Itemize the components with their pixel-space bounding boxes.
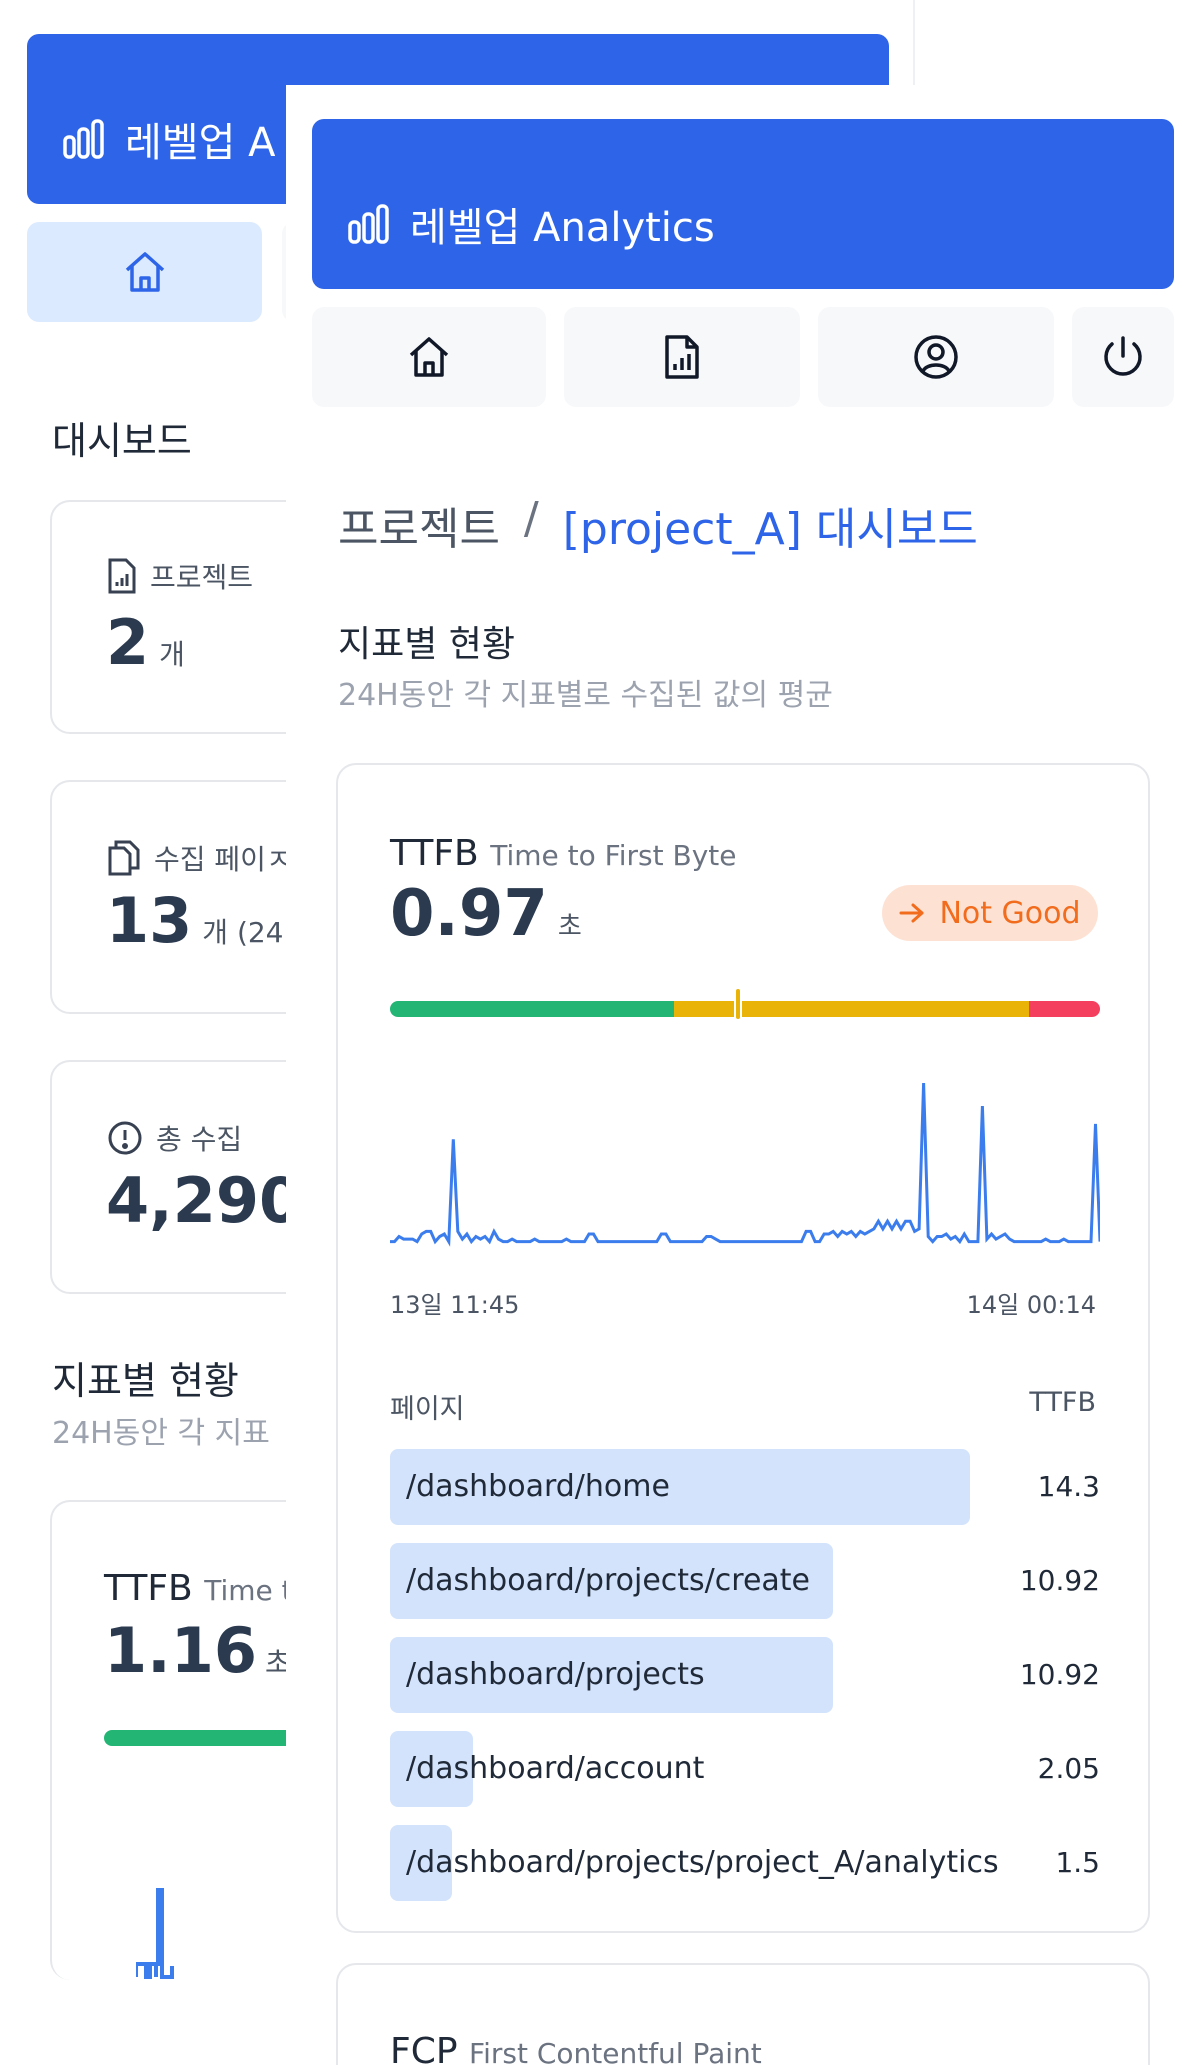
metric-chart (136, 1888, 174, 1979)
report-icon (664, 334, 700, 380)
metric-value: 0.97 초 (390, 877, 582, 951)
nav-home-button[interactable] (312, 307, 546, 407)
page-value: 1.5 (1055, 1846, 1100, 1879)
stat-card-total: 총 수집 4,290ㅊ (50, 1060, 338, 1294)
metric-name: TTFB Time t (104, 1568, 293, 1609)
nav-account-button[interactable] (818, 307, 1054, 407)
x-axis-end-label: 14일 00:14 (966, 1291, 1096, 1319)
page-path: /dashboard/projects (406, 1657, 705, 1692)
brand[interactable]: 레벨업 Analytics (348, 195, 715, 253)
page-value: 10.92 (1019, 1564, 1100, 1597)
page-path: /dashboard/home (406, 1469, 670, 1504)
column-header-page: 페이지 (390, 1394, 465, 1425)
page-title: 대시보드 (52, 419, 192, 463)
report-icon (108, 558, 136, 594)
nav-report-button[interactable] (564, 307, 800, 407)
page-path: /dashboard/projects/project_A/analytics (406, 1845, 999, 1880)
breadcrumb: 프로젝트 / [project_A] 대시보드 (338, 493, 978, 557)
nav-logout-button[interactable] (1072, 307, 1174, 407)
page-value: 10.92 (1019, 1658, 1100, 1691)
section-title: 지표별 현황 (52, 1359, 239, 1403)
metric-card-fcp: FCP First Contentful Paint (336, 1963, 1150, 2065)
home-icon (406, 335, 452, 379)
table-row[interactable]: /dashboard/projects 10.92 (390, 1637, 1100, 1713)
gauge-marker (733, 987, 742, 1021)
metric-gauge (390, 1001, 1100, 1017)
gauge-segment (1029, 1001, 1100, 1017)
account-icon (913, 334, 959, 380)
brand-title: 레벨업 Analytics (410, 205, 715, 251)
table-row[interactable]: /dashboard/home 14.3 (390, 1449, 1100, 1525)
section-subtitle: 24H동안 각 지표 (52, 1416, 270, 1451)
table-row[interactable]: /dashboard/projects/create 10.92 (390, 1543, 1100, 1619)
page-value: 2.05 (1037, 1752, 1100, 1785)
brand[interactable]: 레벨업 A (63, 110, 275, 168)
breadcrumb-parent[interactable]: 프로젝트 (338, 493, 500, 557)
ttfb-series-line (390, 1082, 1100, 1247)
brand-title: 레벨업 A (125, 120, 276, 166)
status-badge: Not Good (882, 885, 1098, 941)
alert-circle-icon (108, 1121, 142, 1155)
bar-chart-icon (348, 204, 390, 244)
arrow-right-icon (899, 902, 925, 924)
stat-label: 수집 페이ㅈ (108, 838, 292, 878)
nav-home-button[interactable] (27, 222, 262, 322)
stat-label: 프로젝트 (108, 556, 253, 596)
metric-name: TTFB Time to First Byte (390, 833, 737, 874)
metric-gauge (104, 1730, 314, 1746)
metric-card-ttfb: TTFB Time t 1.16 초 (50, 1500, 314, 1980)
stat-value: 2개 (106, 606, 185, 679)
section-title: 지표별 현황 (338, 624, 516, 665)
power-icon (1100, 334, 1146, 380)
x-axis-start-label: 13일 11:45 (390, 1291, 520, 1319)
stat-value: 13 개 (24H (106, 884, 305, 957)
page-value: 14.3 (1037, 1470, 1100, 1503)
table-row[interactable]: /dashboard/account 2.05 (390, 1731, 1100, 1807)
app-header: 레벨업 Analytics (312, 119, 1174, 289)
metric-card-ttfb: TTFB Time to First Byte 0.97 초 Not Good 1… (336, 763, 1150, 1933)
breadcrumb-current[interactable]: [project_A] 대시보드 (563, 493, 978, 557)
copy-icon (108, 840, 140, 876)
column-header-ttfb: TTFB (1029, 1387, 1096, 1418)
gauge-segment (674, 1001, 1030, 1017)
metric-value: 1.16 초 (104, 1614, 291, 1687)
metric-name: FCP First Contentful Paint (390, 2031, 762, 2065)
gauge-segment (390, 1001, 675, 1017)
ttfb-line-chart (390, 1082, 1100, 1247)
stat-label: 총 수집 (108, 1118, 242, 1158)
page-path: /dashboard/projects/create (406, 1563, 811, 1598)
stat-card-pages: 수집 페이ㅈ 13 개 (24H (50, 780, 310, 1014)
stat-card-projects: 프로젝트 2개 (50, 500, 310, 734)
front-window: 레벨업 Analytics 프로젝트 / [project_A] 대시보드 지표… (286, 85, 1200, 2065)
page-path: /dashboard/account (406, 1751, 705, 1786)
section-subtitle: 24H동안 각 지표별로 수집된 값의 평균 (338, 678, 833, 713)
bar-chart-icon (63, 119, 105, 159)
breadcrumb-separator: / (523, 493, 539, 544)
home-icon (122, 250, 168, 294)
table-row[interactable]: /dashboard/projects/project_A/analytics 1… (390, 1825, 1100, 1901)
